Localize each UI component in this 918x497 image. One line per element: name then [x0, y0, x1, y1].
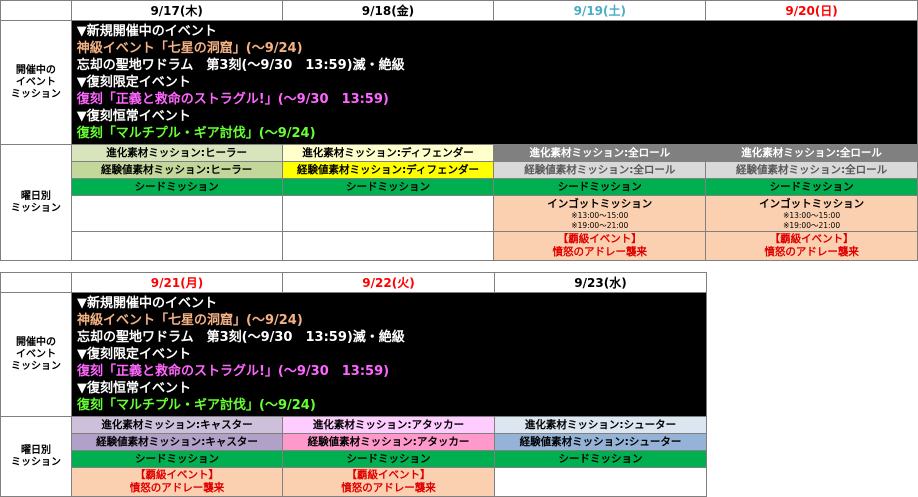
raid-event-name: 憤怒のアドレー襲来 — [129, 482, 225, 494]
header-empty-cell — [0, 0, 72, 21]
evo-mission: 進化素材ミッション:ヒーラー — [70, 144, 283, 162]
seed-mission: シードミッション — [281, 178, 495, 196]
date-header: 9/22(火) — [282, 272, 495, 293]
raid-event-tag: 【覇級イベント】 — [135, 469, 219, 481]
date-header: 9/23(水) — [494, 272, 707, 293]
event-line: 復刻「マルチプル・ギア討伐」(～9/24) — [76, 126, 316, 141]
event-line: 忘却の聖地ワドラム 第3刻(～9/30 13:59)滅・絶級 — [77, 330, 405, 345]
schedule-table-week1: 9/17(木) 9/18(金) 9/19(土) 9/20(日) 開催中の イベント… — [0, 0, 918, 261]
empty-cell — [70, 195, 283, 232]
seed-mission: シードミッション — [70, 178, 283, 196]
event-heading-new: ▼新規開催中のイベント — [76, 24, 217, 39]
seed-mission: シードミッション — [705, 178, 918, 196]
exp-mission: 経験値素材ミッション:全ロール — [705, 161, 918, 179]
raid-event-tag: 【覇級イベント】 — [769, 233, 854, 245]
exp-mission: 経験値素材ミッション:ディフェンダー — [281, 161, 495, 179]
raid-event: 【覇級イベント】 憤怒のアドレー襲来 — [282, 467, 495, 497]
raid-event: 【覇級イベント】 憤怒のアドレー襲来 — [493, 231, 707, 261]
schedule-table-week2: 9/21(月) 9/22(火) 9/23(水) 開催中の イベント ミッション ▼新… — [0, 272, 707, 497]
ingot-time: ※19:00～21:00 — [783, 221, 841, 230]
event-line: 神級イベント「七星の洞窟」(～9/24) — [77, 313, 303, 328]
ingot-time: ※19:00～21:00 — [571, 221, 629, 230]
raid-event-tag: 【覇級イベント】 — [557, 233, 642, 245]
event-heading-revival-permanent: ▼復刻恒常イベント — [77, 381, 191, 396]
ingot-title: インゴットミッション — [547, 198, 653, 210]
ingot-time: ※13:00～15:00 — [571, 211, 629, 220]
event-heading-revival-limited: ▼復刻限定イベント — [77, 347, 191, 362]
event-mission-label: 開催中の イベント ミッション — [0, 292, 72, 417]
event-list: ▼新規開催中のイベント 神級イベント「七星の洞窟」(～9/24) 忘却の聖地ワド… — [70, 20, 918, 145]
evo-mission: 進化素材ミッション:シューター — [494, 416, 707, 434]
exp-mission: 経験値素材ミッション:シューター — [494, 433, 707, 451]
event-line: 復刻「マルチプル・ギア討伐」(～9/24) — [77, 398, 316, 413]
date-header: 9/21(月) — [71, 272, 283, 293]
exp-mission: 経験値素材ミッション:ヒーラー — [70, 161, 283, 179]
seed-mission: シードミッション — [282, 450, 495, 468]
evo-mission: 進化素材ミッション:全ロール — [705, 144, 918, 162]
evo-mission: 進化素材ミッション:全ロール — [493, 144, 707, 162]
event-line: 復刻「正義と救命のストラグル!」(～9/30 13:59) — [76, 92, 389, 107]
event-list: ▼新規開催中のイベント 神級イベント「七星の洞窟」(～9/24) 忘却の聖地ワド… — [71, 292, 707, 417]
seed-mission: シードミッション — [71, 450, 283, 468]
event-line: 復刻「正義と救命のストラグル!」(～9/30 13:59) — [77, 364, 390, 379]
date-header: 9/17(木) — [70, 0, 283, 21]
empty-cell — [70, 231, 283, 261]
empty-cell — [494, 467, 707, 497]
daily-mission-label: 曜日別 ミッション — [0, 416, 72, 497]
event-mission-label: 開催中の イベント ミッション — [0, 20, 72, 145]
raid-event-name: 憤怒のアドレー襲来 — [552, 246, 648, 258]
exp-mission: 経験値素材ミッション:全ロール — [493, 161, 707, 179]
raid-event-tag: 【覇級イベント】 — [346, 469, 431, 481]
event-line: 神級イベント「七星の洞窟」(～9/24) — [76, 41, 303, 56]
date-header: 9/20(日) — [705, 0, 918, 21]
evo-mission: 進化素材ミッション:アタッカー — [282, 416, 495, 434]
raid-event: 【覇級イベント】 憤怒のアドレー襲来 — [71, 467, 283, 497]
ingot-title: インゴットミッション — [759, 198, 865, 210]
date-header: 9/18(金) — [281, 0, 495, 21]
exp-mission: 経験値素材ミッション:キャスター — [71, 433, 283, 451]
header-empty-cell — [0, 272, 72, 293]
seed-mission: シードミッション — [494, 450, 707, 468]
event-heading-new: ▼新規開催中のイベント — [77, 296, 217, 311]
raid-event: 【覇級イベント】 憤怒のアドレー襲来 — [705, 231, 918, 261]
empty-cell — [281, 195, 495, 232]
evo-mission: 進化素材ミッション:ディフェンダー — [281, 144, 495, 162]
seed-mission: シードミッション — [493, 178, 707, 196]
ingot-mission: インゴットミッション ※13:00～15:00 ※19:00～21:00 — [493, 195, 707, 232]
raid-event-name: 憤怒のアドレー襲来 — [341, 482, 436, 494]
empty-cell — [281, 231, 495, 261]
event-line: 忘却の聖地ワドラム 第3刻(～9/30 13:59)滅・絶級 — [76, 58, 405, 73]
evo-mission: 進化素材ミッション:キャスター — [71, 416, 283, 434]
daily-mission-label: 曜日別 ミッション — [0, 144, 72, 261]
date-header: 9/19(土) — [493, 0, 707, 21]
event-heading-revival-permanent: ▼復刻恒常イベント — [76, 109, 191, 124]
ingot-time: ※13:00～15:00 — [783, 211, 841, 220]
exp-mission: 経験値素材ミッション:アタッカー — [282, 433, 495, 451]
raid-event-name: 憤怒のアドレー襲来 — [764, 246, 859, 258]
ingot-mission: インゴットミッション ※13:00～15:00 ※19:00～21:00 — [705, 195, 918, 232]
event-heading-revival-limited: ▼復刻限定イベント — [76, 75, 191, 90]
